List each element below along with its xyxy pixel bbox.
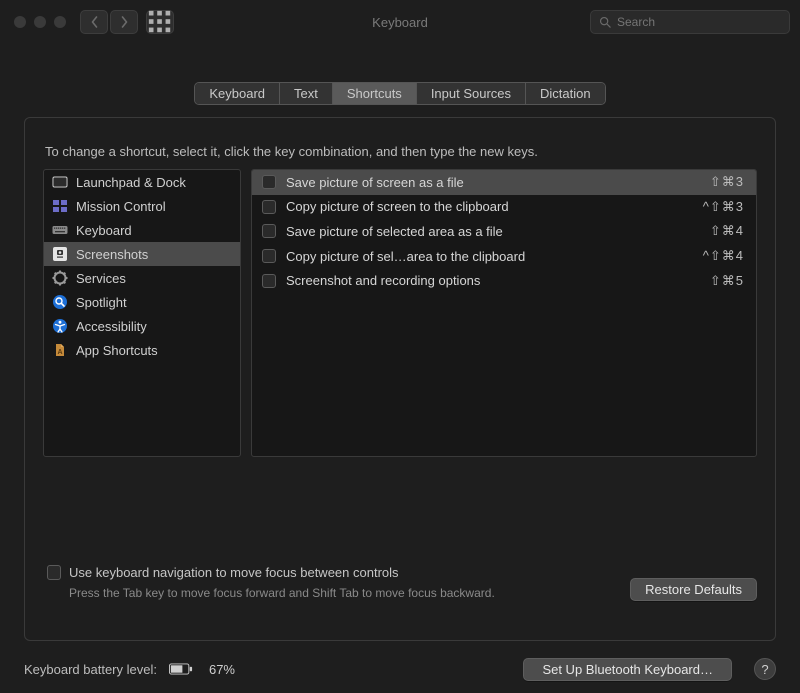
back-button[interactable] (80, 10, 108, 34)
shortcut-row[interactable]: Copy picture of sel…area to the clipboar… (252, 244, 756, 269)
shortcut-checkbox[interactable] (262, 274, 276, 288)
shortcut-label: Copy picture of screen to the clipboard (286, 199, 693, 214)
battery-label: Keyboard battery level: (24, 662, 157, 677)
nav-buttons (80, 10, 138, 34)
sidebar-item-launchpad-dock[interactable]: Launchpad & Dock (44, 170, 240, 194)
screenshots-icon (52, 246, 68, 262)
shortcut-row[interactable]: Save picture of screen as a file ⇧⌘3 (252, 170, 756, 195)
shortcut-checkbox[interactable] (262, 200, 276, 214)
sidebar-item-keyboard[interactable]: Keyboard (44, 218, 240, 242)
shortcut-checkbox[interactable] (262, 175, 276, 189)
search-input[interactable] (617, 15, 781, 29)
sidebar-item-label: Launchpad & Dock (76, 175, 186, 190)
instruction-text: To change a shortcut, select it, click t… (45, 144, 757, 159)
show-all-button[interactable] (146, 10, 174, 34)
sidebar-item-spotlight[interactable]: Spotlight (44, 290, 240, 314)
tabs-row: KeyboardTextShortcutsInput SourcesDictat… (0, 82, 800, 105)
shortcut-label: Save picture of screen as a file (286, 175, 700, 190)
chevron-left-icon (90, 16, 99, 28)
keyboard-nav-label: Use keyboard navigation to move focus be… (69, 565, 399, 580)
tab-shortcuts[interactable]: Shortcuts (333, 83, 417, 104)
services-icon (52, 270, 68, 286)
zoom-window-button[interactable] (54, 16, 66, 28)
shortcut-list[interactable]: Save picture of screen as a file ⇧⌘3 Copy … (251, 169, 757, 457)
keyboard-nav-checkbox[interactable] (47, 565, 61, 580)
grid-icon (147, 9, 173, 35)
shortcut-label: Screenshot and recording options (286, 273, 700, 288)
shortcut-label: Save picture of selected area as a file (286, 224, 700, 239)
keyboard-icon (52, 222, 68, 238)
setup-bluetooth-button[interactable]: Set Up Bluetooth Keyboard… (523, 658, 732, 681)
columns: Launchpad & Dock Mission Control Keyboard S… (43, 169, 757, 457)
close-window-button[interactable] (14, 16, 26, 28)
shortcuts-panel: To change a shortcut, select it, click t… (24, 117, 776, 641)
shortcut-keys[interactable]: ^⇧⌘4 (703, 248, 744, 264)
restore-defaults-button[interactable]: Restore Defaults (630, 578, 757, 601)
svg-text:A: A (57, 349, 62, 356)
sidebar-item-label: Spotlight (76, 295, 127, 310)
launchpad-icon (52, 174, 68, 190)
sidebar-item-label: App Shortcuts (76, 343, 158, 358)
titlebar: Keyboard (0, 0, 800, 44)
shortcut-keys[interactable]: ^⇧⌘3 (703, 199, 744, 215)
tab-text[interactable]: Text (280, 83, 333, 104)
sidebar-item-services[interactable]: Services (44, 266, 240, 290)
footer: Keyboard battery level: 67% Set Up Bluet… (0, 645, 800, 693)
shortcut-keys[interactable]: ⇧⌘4 (710, 223, 744, 239)
shortcut-checkbox[interactable] (262, 224, 276, 238)
shortcut-checkbox[interactable] (262, 249, 276, 263)
mission-control-icon (52, 198, 68, 214)
category-sidebar[interactable]: Launchpad & Dock Mission Control Keyboard S… (43, 169, 241, 457)
search-field-wrap[interactable] (590, 10, 790, 34)
shortcut-row[interactable]: Screenshot and recording options ⇧⌘5 (252, 268, 756, 293)
spotlight-icon (52, 294, 68, 310)
app-shortcuts-icon: A (52, 342, 68, 358)
sidebar-item-label: Mission Control (76, 199, 166, 214)
sidebar-item-label: Keyboard (76, 223, 132, 238)
shortcut-keys[interactable]: ⇧⌘3 (710, 174, 744, 190)
window-controls (10, 16, 66, 28)
shortcut-row[interactable]: Save picture of selected area as a file ⇧… (252, 219, 756, 244)
accessibility-icon (52, 318, 68, 334)
restore-defaults-wrap: Restore Defaults (630, 578, 757, 601)
tab-keyboard[interactable]: Keyboard (195, 83, 280, 104)
sidebar-item-accessibility[interactable]: Accessibility (44, 314, 240, 338)
chevron-right-icon (120, 16, 129, 28)
sidebar-item-app-shortcuts[interactable]: A App Shortcuts (44, 338, 240, 362)
preferences-window: { "window": { "title": "Keyboard" }, "se… (0, 0, 800, 693)
sidebar-item-screenshots[interactable]: Screenshots (44, 242, 240, 266)
tab-dictation[interactable]: Dictation (526, 83, 605, 104)
forward-button[interactable] (110, 10, 138, 34)
shortcut-row[interactable]: Copy picture of screen to the clipboard ^… (252, 195, 756, 220)
battery-percent: 67% (209, 662, 235, 677)
battery-icon (169, 663, 193, 675)
sidebar-item-label: Accessibility (76, 319, 147, 334)
shortcut-label: Copy picture of sel…area to the clipboar… (286, 249, 693, 264)
shortcut-keys[interactable]: ⇧⌘5 (710, 273, 744, 289)
sidebar-item-label: Screenshots (76, 247, 148, 262)
minimize-window-button[interactable] (34, 16, 46, 28)
help-button[interactable]: ? (754, 658, 776, 680)
sidebar-item-mission-control[interactable]: Mission Control (44, 194, 240, 218)
tab-bar: KeyboardTextShortcutsInput SourcesDictat… (194, 82, 605, 105)
sidebar-item-label: Services (76, 271, 126, 286)
tab-input-sources[interactable]: Input Sources (417, 83, 526, 104)
search-icon (599, 16, 611, 28)
